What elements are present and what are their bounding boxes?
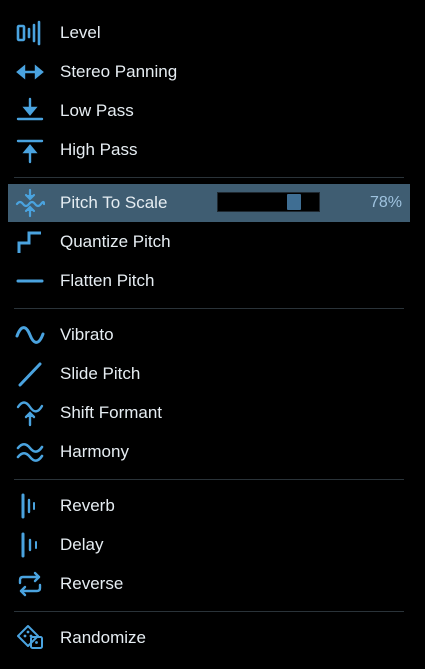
menu-item-level[interactable]: Level: [8, 14, 410, 52]
menu-item-label: Reverb: [60, 496, 115, 515]
pitch-to-scale-icon: [8, 184, 52, 222]
menu-item-shift-formant[interactable]: Shift Formant: [8, 394, 410, 432]
menu-item-label: Low Pass: [60, 101, 134, 120]
menu-item-reverb[interactable]: Reverb: [8, 487, 410, 525]
menu-item-vibrato[interactable]: Vibrato: [8, 316, 410, 354]
reverb-icon: [8, 487, 52, 525]
menu-item-flatten-pitch[interactable]: Flatten Pitch: [8, 262, 410, 300]
menu-item-label: Vibrato: [60, 325, 114, 344]
level-icon: [8, 14, 52, 52]
menu-item-label: Stereo Panning: [60, 62, 178, 81]
menu-item-harmony[interactable]: Harmony: [8, 433, 410, 471]
menu-item-label: Slide Pitch: [60, 364, 141, 383]
separator: [14, 308, 404, 309]
menu-item-delay[interactable]: Delay: [8, 526, 410, 564]
menu-item-slide-pitch[interactable]: Slide Pitch: [8, 355, 410, 393]
menu-item-label: Quantize Pitch: [60, 232, 171, 251]
vibrato-icon: [8, 316, 52, 354]
separator: [14, 611, 404, 612]
high-pass-icon: [8, 131, 52, 169]
separator: [14, 479, 404, 480]
stereo-panning-icon: [8, 53, 52, 91]
harmony-icon: [8, 433, 52, 471]
delay-icon: [8, 526, 52, 564]
menu-item-label: Pitch To Scale: [60, 193, 168, 212]
slider-value: 78%: [369, 194, 402, 211]
effects-menu: Level Stereo Panning Low Pass High Pass: [0, 0, 425, 669]
randomize-icon: [8, 619, 52, 657]
pitch-to-scale-slider[interactable]: [217, 192, 320, 212]
menu-item-reverse[interactable]: Reverse: [8, 565, 410, 603]
shift-formant-icon: [8, 394, 52, 432]
separator: [14, 177, 404, 178]
menu-item-low-pass[interactable]: Low Pass: [8, 92, 410, 130]
menu-item-label: Delay: [60, 535, 104, 554]
flatten-pitch-icon: [8, 262, 52, 300]
menu-item-label: Randomize: [60, 628, 146, 647]
slider-thumb[interactable]: [287, 194, 301, 210]
menu-item-label: Reverse: [60, 574, 124, 593]
menu-item-label: High Pass: [60, 140, 138, 159]
slide-pitch-icon: [8, 355, 52, 393]
menu-item-stereo-panning[interactable]: Stereo Panning: [8, 53, 410, 91]
menu-item-label: Level: [60, 23, 101, 42]
quantize-pitch-icon: [8, 223, 52, 261]
menu-item-randomize[interactable]: Randomize: [8, 619, 410, 657]
menu-item-label: Flatten Pitch: [60, 271, 155, 290]
menu-item-label: Harmony: [60, 442, 129, 461]
low-pass-icon: [8, 92, 52, 130]
menu-item-high-pass[interactable]: High Pass: [8, 131, 410, 169]
reverse-icon: [8, 565, 52, 603]
menu-item-pitch-to-scale[interactable]: Pitch To Scale 78%: [8, 184, 410, 222]
menu-item-label: Shift Formant: [60, 403, 163, 422]
menu-item-quantize-pitch[interactable]: Quantize Pitch: [8, 223, 410, 261]
